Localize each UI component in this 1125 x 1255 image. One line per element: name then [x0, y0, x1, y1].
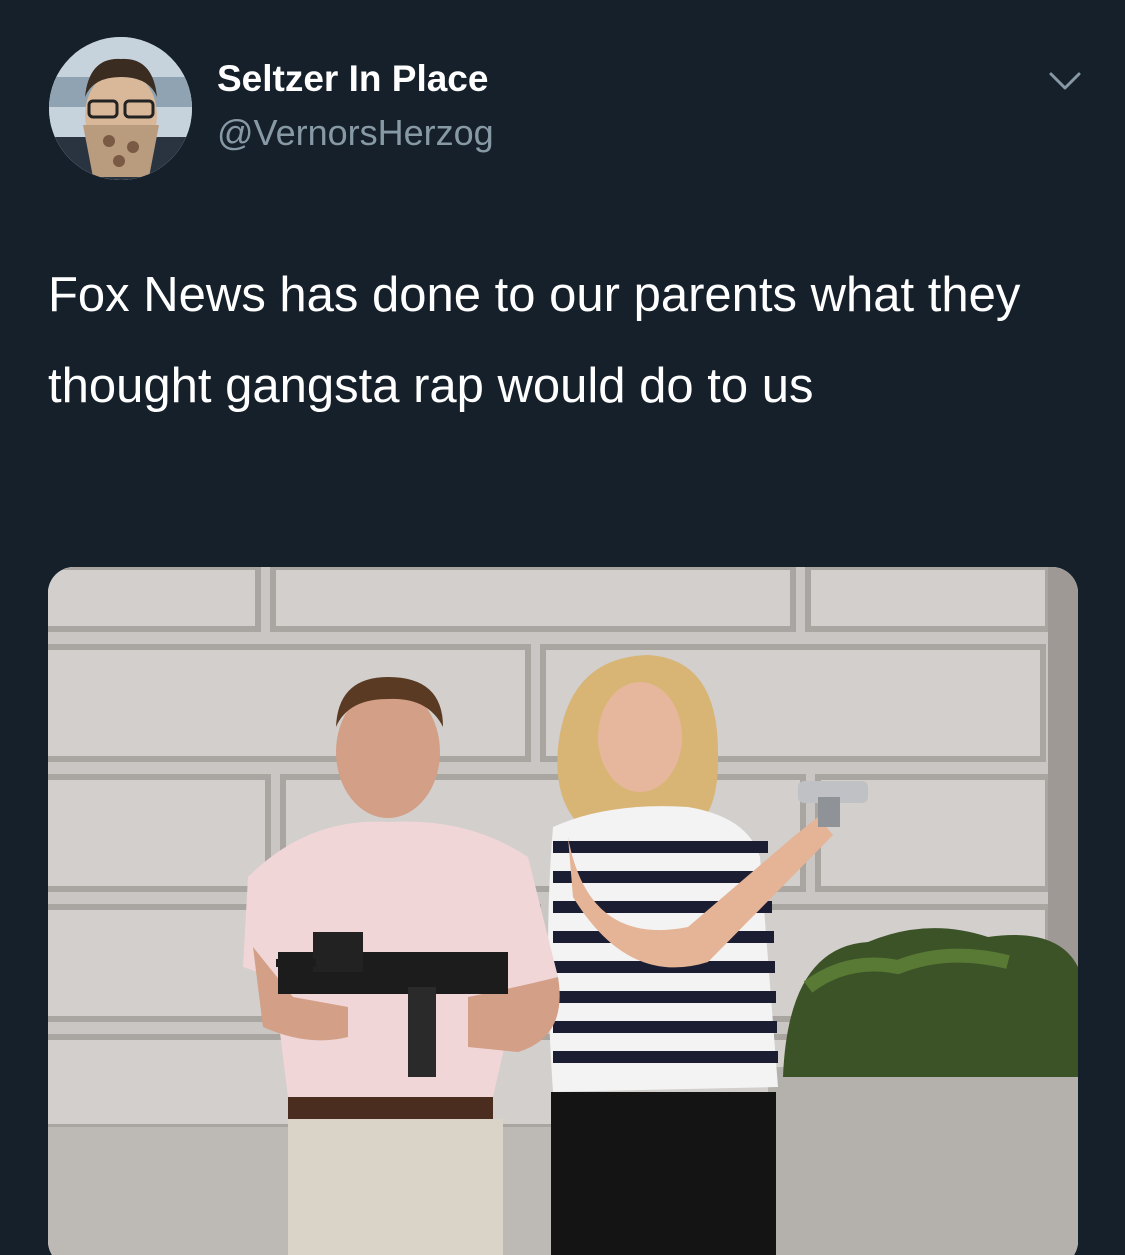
display-name[interactable]: Seltzer In Place [217, 58, 488, 100]
avatar[interactable] [49, 37, 192, 180]
photo-image [48, 567, 1078, 1255]
tweet-card: Seltzer In Place @VernorsHerzog Fox News… [0, 0, 1125, 1255]
chevron-down-icon[interactable] [1045, 66, 1085, 96]
avatar-image [49, 37, 192, 180]
tweet-photo[interactable] [48, 567, 1078, 1255]
tweet-text: Fox News has done to our parents what th… [48, 268, 1021, 413]
user-handle[interactable]: @VernorsHerzog [217, 112, 494, 154]
